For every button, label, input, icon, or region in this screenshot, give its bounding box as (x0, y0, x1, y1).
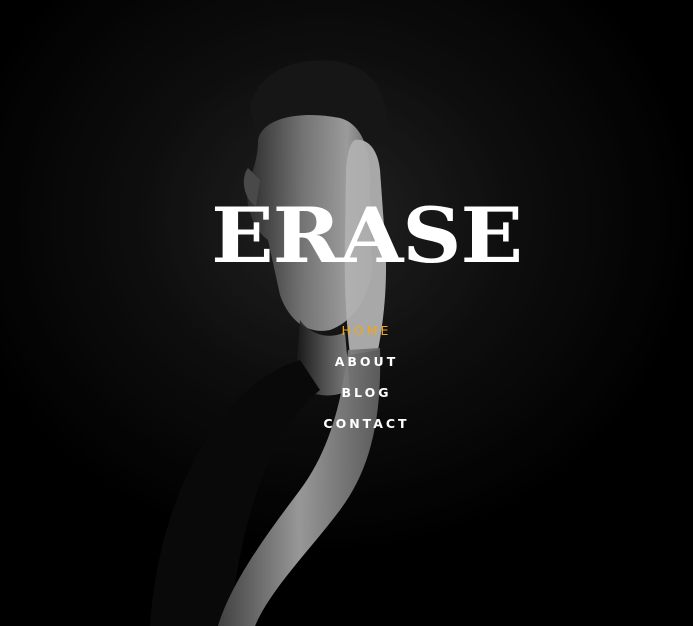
nav-item-contact: CONTACT (0, 415, 693, 446)
nav-item-about: ABOUT (0, 353, 693, 384)
nav-link-blog[interactable]: BLOG (342, 384, 392, 402)
nav-link-about[interactable]: ABOUT (335, 353, 399, 371)
nav-item-blog: BLOG (0, 384, 693, 415)
nav-item-home: HOME (0, 322, 693, 353)
hero-section: ERASE HOME ABOUT BLOG CONTACT (0, 0, 693, 626)
main-nav: HOME ABOUT BLOG CONTACT (0, 322, 693, 446)
nav-link-contact[interactable]: CONTACT (323, 415, 409, 433)
site-logo[interactable]: ERASE (0, 198, 693, 274)
nav-link-home[interactable]: HOME (342, 322, 392, 340)
hero-background-photo (0, 0, 693, 626)
